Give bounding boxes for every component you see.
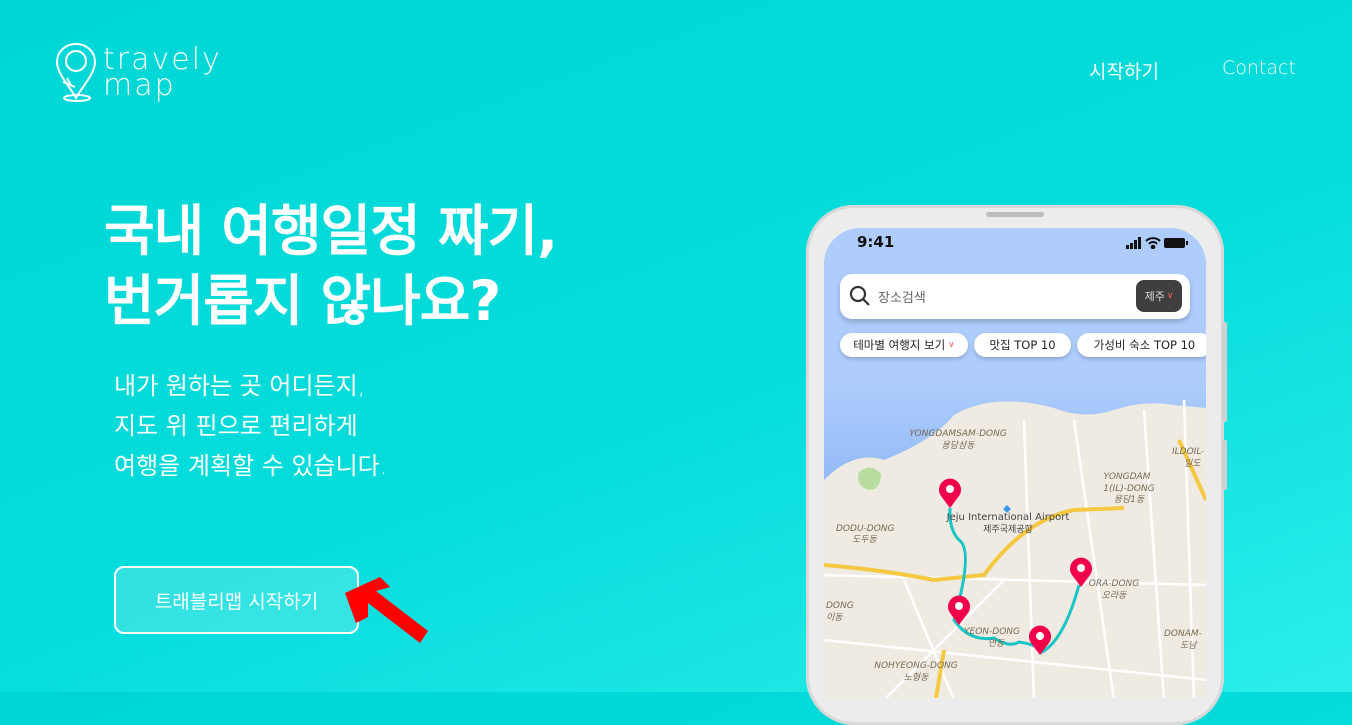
chevron-down-icon: ∨	[1166, 291, 1174, 301]
logo[interactable]: travely map	[55, 42, 225, 104]
map-label: 일도	[1184, 458, 1201, 469]
search-input[interactable]: 장소검색	[878, 287, 926, 306]
battery-icon	[1164, 238, 1188, 248]
hero-sub-line3: 여행을 계획할 수 있습니다.	[114, 452, 388, 480]
phone-side-button	[1222, 440, 1227, 490]
map-label: DODU-DONG	[836, 524, 895, 534]
phone-screen: 9:41 장소검색 제주 ∨ 테마별 여행지 보기 ∨ 맛집 TOP 10 가성비 …	[824, 228, 1206, 698]
start-travelymap-button[interactable]: 트래블리맵 시작하기	[114, 566, 359, 634]
map-view[interactable]: YONGDAMSAM-DONG 용담삼동 Jeju International …	[824, 380, 1206, 698]
hero-sub-line1: 내가 원하는 곳 어디든지,	[114, 372, 366, 400]
chip-label: 가성비 숙소 TOP 10	[1093, 338, 1196, 352]
chip-label: 맛집 TOP 10	[989, 338, 1056, 352]
phone-speaker	[986, 212, 1044, 217]
map-label: 도남	[1180, 640, 1198, 651]
hero-subtitle: 내가 원하는 곳 어디든지, 지도 위 핀으로 편리하게 여행을 계획할 수 있…	[114, 366, 387, 486]
map-label: 이동	[826, 612, 843, 623]
phone-side-button	[1222, 322, 1227, 422]
search-icon	[849, 285, 870, 306]
nav-contact-link[interactable]: Contact	[1222, 57, 1296, 79]
chip-theme-spots[interactable]: 테마별 여행지 보기 ∨	[840, 333, 968, 357]
map-label: 도두동	[852, 534, 878, 545]
chip-label: 테마별 여행지 보기	[853, 338, 946, 352]
hero-title-line2: 번거롭지 않나요?	[104, 269, 501, 333]
map-label: 오라동	[1102, 590, 1128, 601]
region-dropdown[interactable]: 제주 ∨	[1136, 280, 1182, 312]
map-label: 용담삼동	[941, 440, 975, 451]
map-label: DONG	[826, 601, 854, 611]
hero-sub-line2: 지도 위 핀으로 편리하게	[114, 412, 358, 440]
map-label: ORA-DONG	[1089, 579, 1139, 589]
map-label: 제주국제공항	[983, 524, 1033, 535]
wifi-icon	[1145, 237, 1161, 249]
map-label: YONGDAM	[1104, 472, 1151, 482]
status-icons	[1126, 237, 1188, 249]
nav-start-link[interactable]: 시작하기	[1089, 57, 1159, 84]
map-label: YEON-DONG	[964, 627, 1020, 637]
hero-title: 국내 여행일정 짜기, 번거롭지 않나요?	[104, 196, 558, 336]
logo-text-map: map	[103, 68, 176, 103]
map-label: DONAM-	[1164, 629, 1202, 639]
red-arrow-icon	[345, 577, 428, 643]
map-label: 1(IL)-DONG	[1103, 484, 1154, 494]
map-pin-plane-icon	[55, 42, 97, 102]
chevron-down-icon: ∨	[948, 340, 955, 350]
map-label: 용담1동	[1114, 494, 1145, 505]
region-label: 제주	[1144, 290, 1165, 303]
map-label: YONGDAMSAM-DONG	[909, 429, 1007, 439]
map-label: NOHYEONG-DONG	[874, 661, 958, 671]
map-label: 노형동	[904, 672, 930, 683]
map-label: ILDOIL-	[1172, 447, 1204, 457]
map-label: 연동	[988, 638, 1005, 649]
status-time: 9:41	[857, 233, 895, 251]
place-search-bar[interactable]: 장소검색 제주 ∨	[840, 274, 1190, 319]
chip-budget-stays-top10[interactable]: 가성비 숙소 TOP 10	[1077, 333, 1206, 357]
map-label: Jeju International Airport	[946, 512, 1070, 523]
chip-restaurants-top10[interactable]: 맛집 TOP 10	[974, 333, 1071, 357]
signal-icon	[1126, 237, 1141, 249]
hero-title-line1: 국내 여행일정 짜기,	[104, 199, 558, 263]
